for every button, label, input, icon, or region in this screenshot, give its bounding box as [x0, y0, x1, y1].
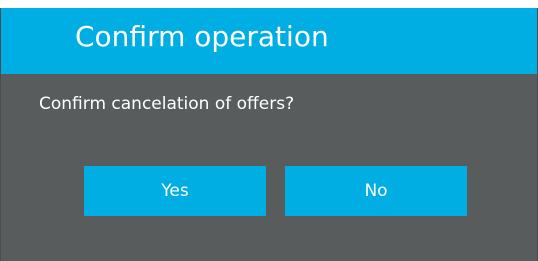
confirm-dialog: Confirm operation Confirm cancelation of…: [0, 8, 538, 261]
dialog-message: Confirm cancelation of offers?: [39, 94, 295, 114]
yes-button[interactable]: Yes: [84, 166, 266, 216]
dialog-titlebar: Confirm operation: [1, 8, 537, 74]
dialog-title: Confirm operation: [75, 20, 329, 53]
no-button[interactable]: No: [285, 166, 467, 216]
